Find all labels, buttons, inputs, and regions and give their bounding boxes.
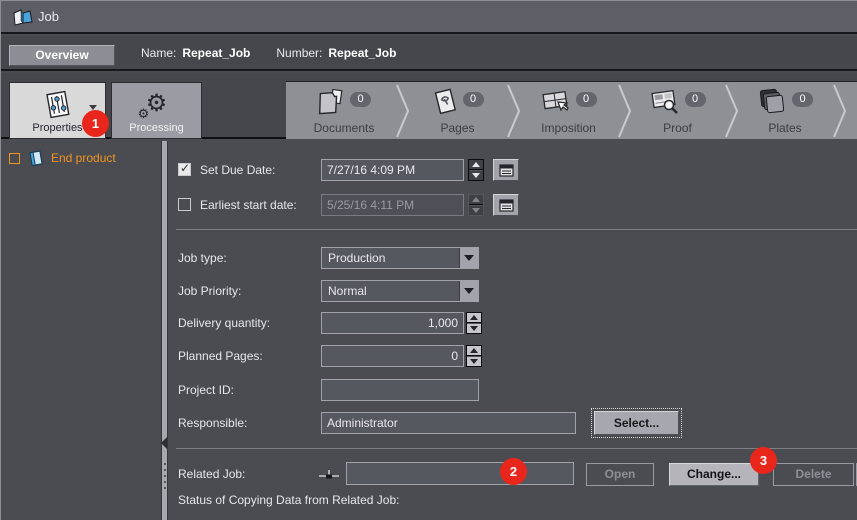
proof-count-badge: 0: [685, 92, 706, 107]
workflow-step-pages[interactable]: 0 Pages: [402, 82, 513, 139]
imposition-count-badge: 0: [576, 92, 597, 107]
responsible-label: Responsible:: [178, 412, 247, 434]
toolbar: Properties ⚙⚙ Processing 0 Documents: [1, 73, 857, 139]
job-priority-label: Job Priority:: [178, 280, 241, 302]
dropdown-arrow-icon[interactable]: [459, 248, 478, 268]
pages-icon: [432, 88, 458, 116]
job-window: Job Overview Name: Repeat_Job Number: Re…: [0, 0, 857, 520]
sliders-icon: [41, 89, 75, 121]
name-value: Repeat_Job: [182, 46, 250, 60]
spinner-down-icon[interactable]: [467, 323, 481, 333]
set-due-date-spinner[interactable]: [468, 159, 484, 181]
splitter-handle[interactable]: [161, 141, 168, 520]
job-meta: Name: Repeat_Job Number: Repeat_Job: [141, 36, 396, 69]
workflow-step-proof[interactable]: 0 Proof: [624, 82, 731, 139]
spinner-up-icon: [469, 195, 483, 205]
spinner-down-icon[interactable]: [469, 170, 483, 180]
proof-icon: [650, 88, 680, 116]
window-title: Job: [38, 1, 59, 32]
pages-label: Pages: [440, 121, 474, 135]
tree-item-end-product[interactable]: End product: [9, 150, 116, 166]
job-icon: [13, 9, 33, 26]
copy-status-label: Status of Copying Data from Related Job:: [178, 493, 399, 507]
change-button[interactable]: Change...: [669, 463, 759, 486]
content-area: End product ✓ Set Due Date:: [1, 141, 857, 520]
earliest-start-input: [321, 194, 464, 216]
planned-pages-input[interactable]: [321, 345, 464, 367]
product-tree-sidebar: End product: [1, 141, 161, 520]
set-due-date-checkbox[interactable]: ✓: [178, 163, 191, 176]
job-priority-value: Normal: [322, 281, 459, 301]
imposition-label: Imposition: [541, 121, 596, 135]
job-type-value: Production: [322, 248, 459, 268]
callout-2: 2: [500, 458, 527, 485]
title-bar: Job: [1, 1, 857, 34]
planned-pages-spinner[interactable]: [466, 345, 482, 367]
planned-pages-label: Planned Pages:: [178, 345, 263, 367]
section-divider: [176, 229, 857, 230]
responsible-input[interactable]: [321, 412, 576, 434]
spinner-down-icon: [469, 205, 483, 215]
spinner-down-icon[interactable]: [467, 356, 481, 366]
calendar-icon: [499, 199, 514, 212]
properties-label: Properties: [32, 122, 82, 134]
project-id-input[interactable]: [321, 379, 479, 401]
documents-label: Documents: [314, 121, 375, 135]
end-product-label: End product: [51, 151, 116, 165]
number-value: Repeat_Job: [328, 46, 396, 60]
job-type-dropdown[interactable]: Production: [321, 247, 479, 269]
select-button[interactable]: Select...: [594, 411, 679, 435]
open-button[interactable]: Open: [586, 463, 654, 486]
earliest-start-checkbox[interactable]: [178, 198, 191, 211]
chevron-separator: [832, 82, 848, 139]
related-job-input[interactable]: [346, 462, 574, 485]
set-due-date-label: Set Due Date:: [200, 159, 275, 181]
name-label: Name:: [141, 46, 176, 60]
spinner-up-icon[interactable]: [469, 160, 483, 170]
splitter-grip: [164, 463, 166, 489]
workflow-strip: 0 Documents 0 Pages: [286, 81, 857, 139]
delete-button[interactable]: Delete: [773, 463, 854, 486]
collapse-arrow-icon[interactable]: [161, 437, 167, 449]
callout-1: 1: [82, 110, 109, 137]
workflow-step-imposition[interactable]: 0 Imposition: [513, 82, 624, 139]
spinner-up-icon[interactable]: [467, 313, 481, 323]
pages-count-badge: 0: [463, 92, 484, 107]
delivery-quantity-spinner[interactable]: [466, 312, 482, 334]
end-product-icon: [27, 150, 44, 166]
end-product-checkbox[interactable]: [9, 153, 20, 164]
dropdown-arrow-icon[interactable]: [459, 281, 478, 301]
related-job-label: Related Job:: [178, 463, 245, 485]
workflow-step-documents[interactable]: 0 Documents: [286, 82, 402, 139]
job-priority-dropdown[interactable]: Normal: [321, 280, 479, 302]
imposition-icon: [541, 88, 571, 116]
documents-icon: [317, 88, 345, 116]
delivery-quantity-label: Delivery quantity:: [178, 312, 270, 334]
spinner-up-icon[interactable]: [467, 346, 481, 356]
processing-label: Processing: [129, 122, 183, 134]
plates-count-badge: 0: [792, 92, 813, 107]
set-due-date-input[interactable]: [321, 159, 464, 181]
project-id-label: Project ID:: [178, 379, 234, 401]
workflow-step-plates[interactable]: 0 Plates: [731, 82, 839, 139]
link-icon: [318, 468, 340, 481]
number-label: Number:: [276, 46, 322, 60]
delivery-quantity-input[interactable]: [321, 312, 464, 334]
processing-button[interactable]: ⚙⚙ Processing: [111, 82, 202, 139]
header-bar: Overview Name: Repeat_Job Number: Repeat…: [1, 36, 857, 71]
documents-count-badge: 0: [350, 92, 371, 107]
proof-label: Proof: [663, 121, 692, 135]
plates-label: Plates: [768, 121, 801, 135]
calendar-icon: [499, 164, 514, 177]
callout-3: 3: [750, 447, 777, 474]
plates-icon: [757, 88, 787, 116]
set-due-date-picker-button[interactable]: [493, 159, 519, 181]
earliest-start-spinner: [468, 194, 484, 216]
gears-icon: ⚙⚙: [146, 85, 168, 121]
earliest-start-label: Earliest start date:: [200, 194, 297, 216]
earliest-start-picker-button[interactable]: [493, 194, 519, 216]
overview-button[interactable]: Overview: [9, 45, 115, 66]
job-type-label: Job type:: [178, 247, 227, 269]
